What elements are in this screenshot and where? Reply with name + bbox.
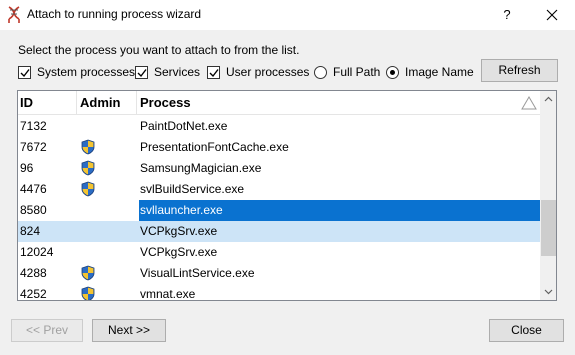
full-path-label: Full Path xyxy=(333,65,381,79)
table-row[interactable]: 4476 svlBuildService.exe xyxy=(18,179,540,200)
table-row[interactable]: 4252 vmnat.exe xyxy=(18,284,540,301)
process-name-cell: SamsungMagician.exe xyxy=(140,161,262,175)
process-name-cell: VisualLintService.exe xyxy=(140,266,255,280)
process-name-cell: svllauncher.exe xyxy=(140,203,223,217)
column-divider[interactable] xyxy=(136,91,137,115)
process-name-cell: VCPkgSrv.exe xyxy=(140,224,218,238)
process-rows: 7132 PaintDotNet.exe 7672 PresentationFontC… xyxy=(18,116,540,301)
checkbox-checked-icon xyxy=(18,65,31,79)
next-button[interactable]: Next >> xyxy=(92,319,166,342)
help-button[interactable]: ? xyxy=(489,0,525,30)
prev-button[interactable]: << Prev xyxy=(11,319,83,342)
table-row[interactable]: 7672 PresentationFontCache.exe xyxy=(18,137,540,158)
process-name-cell: svlBuildService.exe xyxy=(140,182,245,196)
scroll-up-icon[interactable] xyxy=(540,91,556,108)
services-checkbox[interactable]: Services xyxy=(135,64,200,80)
process-list[interactable]: ID Admin Process 7132 PaintDotNet.exe 7672… xyxy=(17,90,557,301)
checkbox-checked-icon xyxy=(207,65,220,79)
user-processes-checkbox[interactable]: User processes xyxy=(207,64,309,80)
table-row[interactable]: 12024 VCPkgSrv.exe xyxy=(18,242,540,263)
process-id-cell: 7672 xyxy=(20,140,47,154)
services-label: Services xyxy=(154,65,201,79)
process-id-cell: 96 xyxy=(20,161,34,175)
process-id-cell: 4252 xyxy=(20,287,47,301)
close-window-icon[interactable] xyxy=(529,0,575,30)
full-path-radio[interactable]: Full Path xyxy=(314,64,380,80)
image-name-radio[interactable]: Image Name xyxy=(386,64,474,80)
vertical-scrollbar[interactable] xyxy=(540,91,556,300)
app-icon xyxy=(6,5,22,25)
radio-selected-icon xyxy=(386,65,399,79)
process-id-cell: 4288 xyxy=(20,266,47,280)
image-name-label: Image Name xyxy=(405,65,474,79)
admin-shield-icon xyxy=(80,160,96,176)
process-id-cell: 7132 xyxy=(20,119,47,133)
process-id-cell: 8580 xyxy=(20,203,47,217)
user-processes-label: User processes xyxy=(226,65,310,79)
close-button[interactable]: Close xyxy=(489,319,564,342)
column-divider[interactable] xyxy=(76,91,77,115)
process-id-cell: 824 xyxy=(20,224,41,238)
sort-ascending-icon xyxy=(521,96,537,113)
admin-shield-icon xyxy=(80,181,96,197)
process-id-cell: 12024 xyxy=(20,245,54,259)
table-row[interactable]: 8580 svllauncher.exe xyxy=(18,200,540,221)
table-row[interactable]: 96 SamsungMagician.exe xyxy=(18,158,540,179)
refresh-button[interactable]: Refresh xyxy=(481,59,558,82)
process-name-cell: PaintDotNet.exe xyxy=(140,119,228,133)
title-bar: Attach to running process wizard ? xyxy=(0,0,575,30)
admin-shield-icon xyxy=(80,265,96,281)
checkbox-checked-icon xyxy=(135,65,148,79)
scrollbar-thumb[interactable] xyxy=(541,200,556,256)
scroll-down-icon[interactable] xyxy=(540,283,556,300)
column-header-admin[interactable]: Admin xyxy=(80,91,120,115)
process-name-cell: PresentationFontCache.exe xyxy=(140,140,289,154)
column-header-id[interactable]: ID xyxy=(20,91,33,115)
admin-shield-icon xyxy=(80,286,96,300)
column-header-process[interactable]: Process xyxy=(140,91,191,115)
radio-unselected-icon xyxy=(314,65,327,79)
table-row[interactable]: 7132 PaintDotNet.exe xyxy=(18,116,540,137)
list-header: ID Admin Process xyxy=(18,91,540,115)
table-row[interactable]: 824 VCPkgSrv.exe xyxy=(18,221,540,242)
process-id-cell: 4476 xyxy=(20,182,47,196)
admin-shield-icon xyxy=(80,139,96,155)
table-row[interactable]: 4288 VisualLintService.exe xyxy=(18,263,540,284)
system-processes-label: System processes xyxy=(37,65,136,79)
instruction-text: Select the process you want to attach to… xyxy=(18,43,300,57)
process-name-cell: VCPkgSrv.exe xyxy=(140,245,218,259)
process-name-cell: vmnat.exe xyxy=(140,287,196,301)
window-title: Attach to running process wizard xyxy=(27,7,202,21)
system-processes-checkbox[interactable]: System processes xyxy=(18,64,135,80)
